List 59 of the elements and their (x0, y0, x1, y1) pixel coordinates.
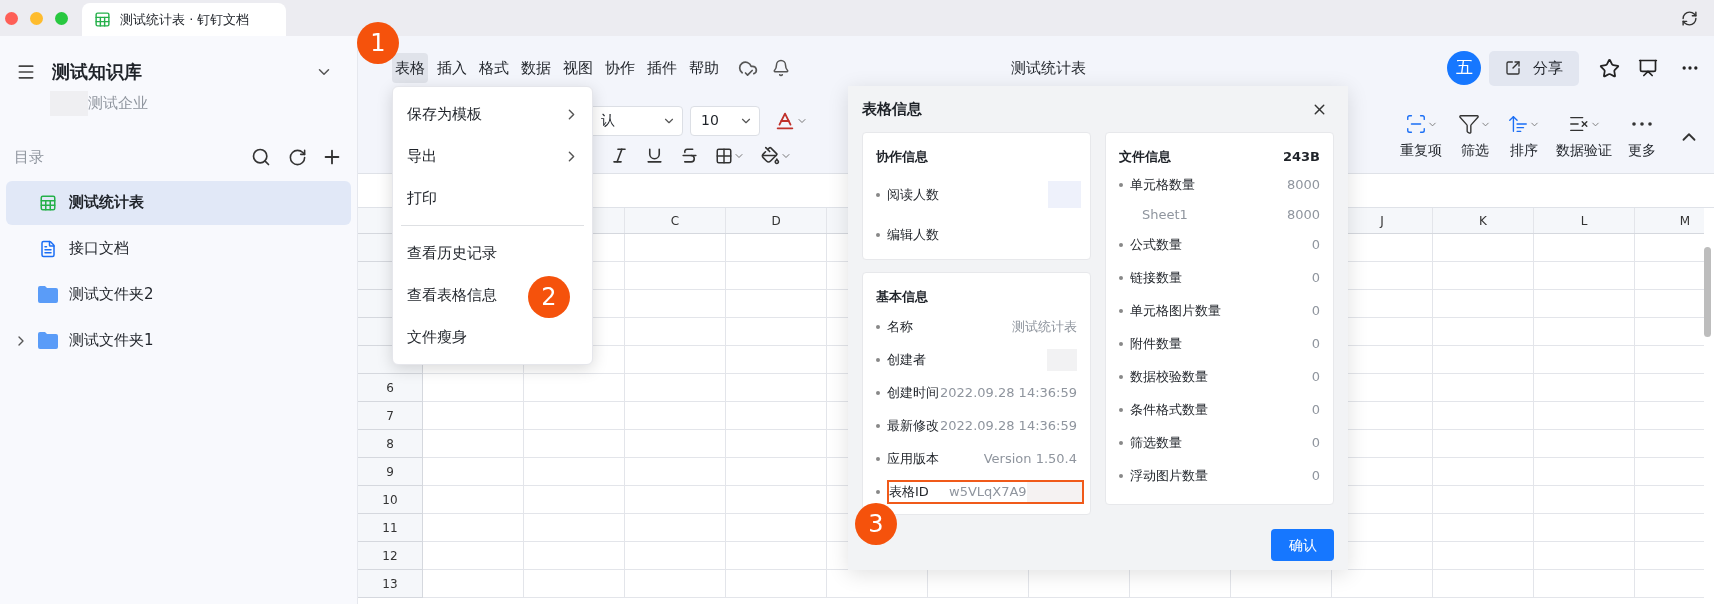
info-value: 0 (1311, 467, 1320, 486)
info-label: 表格ID (889, 483, 930, 502)
row-header: 11 (358, 514, 423, 542)
info-value: 0 (1311, 368, 1320, 387)
info-value: 8000 (1286, 206, 1320, 225)
card-title: 基本信息 (876, 288, 929, 306)
info-label: 阅读人数 (887, 185, 939, 204)
info-value: 0 (1311, 236, 1320, 255)
column-header: K (1433, 208, 1534, 233)
document-title: 测试统计表 (1010, 57, 1086, 79)
info-label: 筛选数量 (1130, 434, 1182, 453)
item-label: 测试文件夹2 (69, 284, 154, 306)
info-value: 0 (1311, 401, 1320, 420)
info-value: 0 (1311, 269, 1320, 288)
column-header: C (625, 208, 726, 233)
info-value: 测试统计表 (1012, 318, 1077, 337)
info-label: 附件数量 (1130, 335, 1182, 354)
column-header: L (1534, 208, 1635, 233)
row-header: 13 (358, 570, 423, 598)
info-value: 0 (1311, 434, 1320, 453)
info-value: 2022.09.28 14:36:59 (940, 384, 1077, 403)
item-label: 测试统计表 (69, 192, 144, 214)
section-label: 目录 (14, 147, 44, 168)
info-label: 单元格数量 (1130, 176, 1195, 195)
row-header: 9 (358, 458, 423, 486)
info-label: 数据校验数量 (1130, 368, 1208, 387)
card-title: 协作信息 (876, 148, 929, 166)
info-value: 2022.09.28 14:36:59 (940, 417, 1077, 436)
info-label: 最新修改 (887, 417, 939, 436)
info-label: 公式数量 (1130, 236, 1182, 255)
info-value: Version 1.50.4 (983, 450, 1077, 469)
info-value: 0 (1311, 335, 1320, 354)
card-title: 文件信息 (1119, 148, 1171, 166)
info-value: 8000 (1286, 176, 1320, 195)
info-value: 0 (1311, 302, 1320, 321)
dialog-title: 表格信息 (862, 98, 922, 120)
file-size: 243B (1282, 148, 1320, 166)
space-name: 测试知识库 (52, 60, 142, 84)
info-label: 链接数量 (1130, 269, 1182, 288)
info-label: 应用版本 (887, 450, 939, 469)
info-label: 创建时间 (887, 384, 939, 403)
info-label: 名称 (887, 318, 913, 337)
organization-name: 测试企业 (88, 93, 148, 115)
info-label: 条件格式数量 (1130, 401, 1208, 420)
info-label: 创建者 (887, 351, 926, 370)
row-header: 10 (358, 486, 423, 514)
info-label: Sheet1 (1142, 206, 1188, 225)
info-value: w5VLqX7A9 (949, 483, 1027, 502)
item-label: 接口文档 (69, 238, 129, 260)
column-header: M (1635, 208, 1704, 233)
row-header: 6 (358, 374, 423, 402)
row-header: 7 (358, 402, 423, 430)
info-label: 单元格图片数量 (1130, 302, 1221, 321)
row-header: 12 (358, 542, 423, 570)
row-header: 8 (358, 430, 423, 458)
item-label: 测试文件夹1 (69, 330, 154, 352)
info-label: 浮动图片数量 (1130, 467, 1208, 486)
info-label: 编辑人数 (887, 225, 939, 244)
column-header: D (726, 208, 827, 233)
